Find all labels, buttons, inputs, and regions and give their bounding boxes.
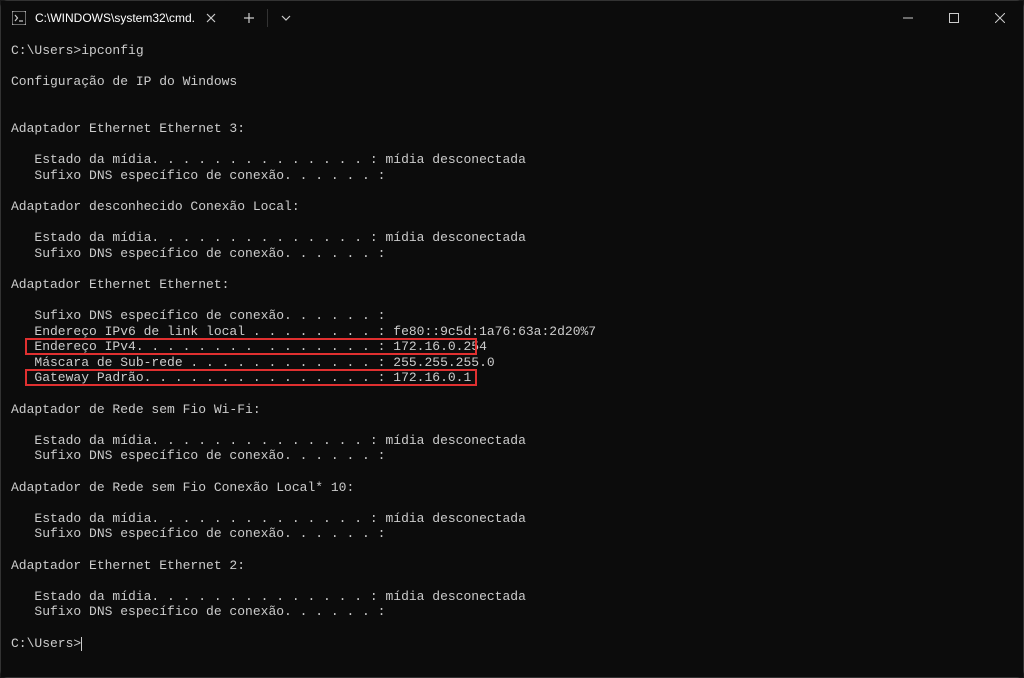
titlebar: C:\WINDOWS\system32\cmd. <box>1 1 1023 35</box>
blank-line <box>11 215 1013 231</box>
blank-line <box>11 293 1013 309</box>
titlebar-drag-region[interactable] <box>306 1 885 35</box>
adapter-dns-suffix: Sufixo DNS específico de conexão. . . . … <box>11 168 1013 184</box>
blank-line <box>11 105 1013 121</box>
adapter-dns-suffix: Sufixo DNS específico de conexão. . . . … <box>11 246 1013 262</box>
terminal-output[interactable]: C:\Users>ipconfig Configuração de IP do … <box>1 35 1023 677</box>
blank-line <box>11 542 1013 558</box>
adapter-title: Adaptador Ethernet Ethernet: <box>11 277 1013 293</box>
prompt-text: C:\Users> <box>11 636 81 651</box>
maximize-button[interactable] <box>931 1 977 35</box>
adapter-dns-suffix: Sufixo DNS específico de conexão. . . . … <box>11 308 1013 324</box>
blank-line <box>11 59 1013 75</box>
active-tab[interactable]: C:\WINDOWS\system32\cmd. <box>1 1 229 35</box>
divider <box>267 9 268 27</box>
adapter-media-state: Estado da mídia. . . . . . . . . . . . .… <box>11 589 1013 605</box>
adapter-media-state: Estado da mídia. . . . . . . . . . . . .… <box>11 511 1013 527</box>
adapter-ipv6: Endereço IPv6 de link local . . . . . . … <box>11 324 1013 340</box>
adapter-title: Adaptador Ethernet Ethernet 2: <box>11 558 1013 574</box>
adapter-dns-suffix: Sufixo DNS específico de conexão. . . . … <box>11 526 1013 542</box>
cursor <box>81 637 82 651</box>
blank-line <box>11 261 1013 277</box>
blank-line <box>11 90 1013 106</box>
adapter-gateway: Gateway Padrão. . . . . . . . . . . . . … <box>11 370 1013 386</box>
adapter-dns-suffix: Sufixo DNS específico de conexão. . . . … <box>11 448 1013 464</box>
adapter-media-state: Estado da mídia. . . . . . . . . . . . .… <box>11 152 1013 168</box>
cmd-icon <box>11 10 27 26</box>
adapter-title: Adaptador desconhecido Conexão Local: <box>11 199 1013 215</box>
tab-title: C:\WINDOWS\system32\cmd. <box>35 11 195 25</box>
blank-line <box>11 386 1013 402</box>
adapter-title: Adaptador de Rede sem Fio Wi-Fi: <box>11 402 1013 418</box>
prompt-line: C:\Users>ipconfig <box>11 43 1013 59</box>
blank-line <box>11 137 1013 153</box>
adapter-title: Adaptador de Rede sem Fio Conexão Local*… <box>11 480 1013 496</box>
new-tab-button[interactable] <box>235 4 263 32</box>
adapter-media-state: Estado da mídia. . . . . . . . . . . . .… <box>11 433 1013 449</box>
close-tab-button[interactable] <box>203 10 219 26</box>
prompt-line: C:\Users> <box>11 636 1013 652</box>
adapter-ipv4: Endereço IPv4. . . . . . . . . . . . . .… <box>11 339 1013 355</box>
tab-controls <box>229 1 306 35</box>
blank-line <box>11 464 1013 480</box>
blank-line <box>11 183 1013 199</box>
adapter-media-state: Estado da mídia. . . . . . . . . . . . .… <box>11 230 1013 246</box>
minimize-button[interactable] <box>885 1 931 35</box>
tab-dropdown-button[interactable] <box>272 4 300 32</box>
adapter-title: Adaptador Ethernet Ethernet 3: <box>11 121 1013 137</box>
blank-line <box>11 620 1013 636</box>
window-controls <box>885 1 1023 35</box>
blank-line <box>11 573 1013 589</box>
close-window-button[interactable] <box>977 1 1023 35</box>
output-header: Configuração de IP do Windows <box>11 74 1013 90</box>
adapter-dns-suffix: Sufixo DNS específico de conexão. . . . … <box>11 604 1013 620</box>
blank-line <box>11 495 1013 511</box>
adapter-subnet-mask: Máscara de Sub-rede . . . . . . . . . . … <box>11 355 1013 371</box>
blank-line <box>11 417 1013 433</box>
